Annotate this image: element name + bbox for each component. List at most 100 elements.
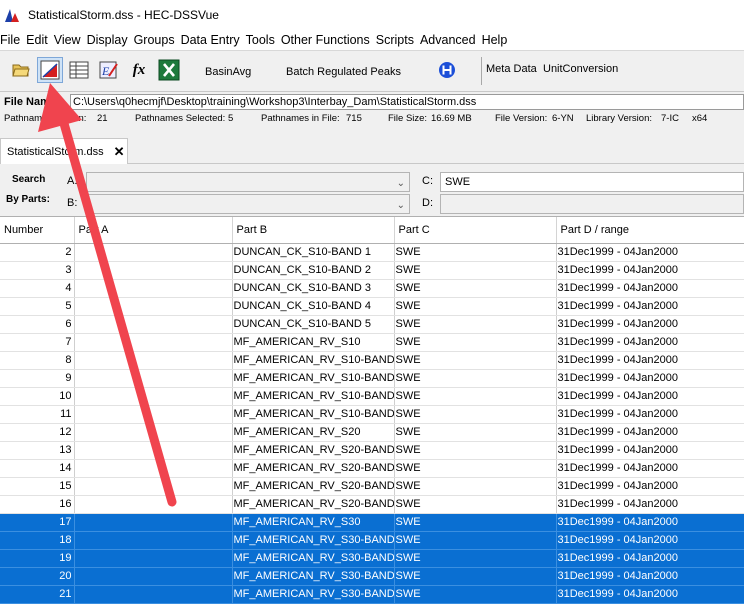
menu-groups[interactable]: Groups [131, 33, 178, 47]
cell-part-d: 31Dec1999 - 04Jan2000 [556, 567, 744, 586]
cell-part-a [74, 405, 233, 424]
cell-part-b: MF_AMERICAN_RV_S10-BAND 1 [232, 351, 395, 370]
table-header-row: Number Part A Part B Part C Part D / ran… [0, 217, 744, 244]
cell-number: 17 [0, 513, 75, 532]
cell-number: 10 [0, 387, 75, 406]
cell-part-a [74, 531, 233, 550]
menu-data-entry[interactable]: Data Entry [178, 33, 243, 47]
table-row[interactable]: 3 DUNCAN_CK_S10-BAND 2 SWE 31Dec1999 - 04Ja… [0, 261, 744, 280]
cell-part-a [74, 477, 233, 496]
toolbar-separator [481, 57, 482, 85]
meta-data-button[interactable]: Meta Data [486, 63, 537, 75]
table-row[interactable]: 21 MF_AMERICAN_RV_S30-BAND 4 SWE 31Dec1999 … [0, 585, 744, 604]
table-row[interactable]: 9 MF_AMERICAN_RV_S10-BAND 2 SWE 31Dec1999 -… [0, 369, 744, 388]
plot-icon [40, 60, 60, 80]
table-row[interactable]: 11 MF_AMERICAN_RV_S10-BAND 4 SWE 31Dec1999 … [0, 405, 744, 424]
part-b-select[interactable]: ⌄ [86, 194, 410, 214]
table-row[interactable]: 7 MF_AMERICAN_RV_S10 SWE 31Dec1999 - 04Jan2… [0, 333, 744, 352]
cell-part-c: SWE [394, 279, 557, 298]
menu-file[interactable]: File [0, 33, 23, 47]
cell-part-a [74, 423, 233, 442]
file-path-field[interactable]: C:\Users\q0hecmjf\Desktop\training\Works… [70, 94, 744, 110]
tab-statisticalstorm[interactable]: StatisticalStorm.dss ✕ [0, 138, 128, 164]
cell-part-b: MF_AMERICAN_RV_S20-BAND 1 [232, 441, 395, 460]
window-title: StatisticalStorm.dss - HEC-DSSVue [28, 8, 219, 22]
cell-part-d: 31Dec1999 - 04Jan2000 [556, 279, 744, 298]
column-header-part-a[interactable]: Part A [74, 217, 233, 244]
pathnames-shown-label: Pathnames Shown: [4, 113, 87, 124]
cell-part-a [74, 333, 233, 352]
menu-other-functions[interactable]: Other Functions [278, 33, 373, 47]
pathnames-in-file-value: 715 [346, 113, 362, 124]
file-version-label: File Version: [495, 113, 548, 124]
table-row[interactable]: 4 DUNCAN_CK_S10-BAND 3 SWE 31Dec1999 - 04Ja… [0, 279, 744, 298]
table-row[interactable]: 12 MF_AMERICAN_RV_S20 SWE 31Dec1999 - 04Jan… [0, 423, 744, 442]
file-version-value: 6-YN [552, 113, 574, 124]
column-header-part-b[interactable]: Part B [232, 217, 395, 244]
excel-button[interactable] [156, 57, 182, 83]
cell-number: 3 [0, 261, 75, 280]
edit-icon: E [99, 61, 118, 79]
column-header-part-d[interactable]: Part D / range [556, 217, 744, 244]
part-d-select[interactable] [440, 194, 744, 214]
table-row[interactable]: 15 MF_AMERICAN_RV_S20-BAND 3 SWE 31Dec1999 … [0, 477, 744, 496]
cell-part-d: 31Dec1999 - 04Jan2000 [556, 351, 744, 370]
close-icon[interactable]: ✕ [114, 144, 125, 160]
part-a-select[interactable]: ⌄ [86, 172, 410, 192]
table-row[interactable]: 20 MF_AMERICAN_RV_S30-BAND 3 SWE 31Dec1999 … [0, 567, 744, 586]
table-row[interactable]: 5 DUNCAN_CK_S10-BAND 4 SWE 31Dec1999 - 04Ja… [0, 297, 744, 316]
menu-edit[interactable]: Edit [23, 33, 51, 47]
cell-part-c: SWE [394, 333, 557, 352]
cell-number: 12 [0, 423, 75, 442]
cell-part-b: MF_AMERICAN_RV_S10 [232, 333, 395, 352]
basin-avg-button[interactable]: BasinAvg [205, 66, 251, 78]
cell-part-d: 31Dec1999 - 04Jan2000 [556, 261, 744, 280]
math-functions-button[interactable]: fx [126, 57, 152, 83]
hec-logo-icon [439, 62, 455, 78]
cell-part-a [74, 585, 233, 604]
cell-part-d: 31Dec1999 - 04Jan2000 [556, 441, 744, 460]
cell-number: 8 [0, 351, 75, 370]
open-folder-button[interactable] [8, 57, 34, 83]
cell-part-c: SWE [394, 495, 557, 514]
chevron-down-icon: ⌄ [396, 200, 405, 211]
cell-part-d: 31Dec1999 - 04Jan2000 [556, 477, 744, 496]
edit-button[interactable]: E [96, 57, 122, 83]
table-row[interactable]: 10 MF_AMERICAN_RV_S10-BAND 3 SWE 31Dec1999 … [0, 387, 744, 406]
plot-button[interactable] [37, 57, 63, 83]
hec-button[interactable] [434, 57, 460, 83]
table-row[interactable]: 2 DUNCAN_CK_S10-BAND 1 SWE 31Dec1999 - 04Ja… [0, 243, 744, 262]
column-header-part-c[interactable]: Part C [394, 217, 557, 244]
cell-part-a [74, 243, 233, 262]
cell-part-b: MF_AMERICAN_RV_S10-BAND 2 [232, 369, 395, 388]
cell-part-d: 31Dec1999 - 04Jan2000 [556, 423, 744, 442]
menu-display[interactable]: Display [84, 33, 131, 47]
table-row[interactable]: 6 DUNCAN_CK_S10-BAND 5 SWE 31Dec1999 - 04Ja… [0, 315, 744, 334]
menu-advanced[interactable]: Advanced [417, 33, 479, 47]
library-version-label: Library Version: [586, 113, 653, 124]
table-row[interactable]: 16 MF_AMERICAN_RV_S20-BAND 4 SWE 31Dec1999 … [0, 495, 744, 514]
table-row[interactable]: 19 MF_AMERICAN_RV_S30-BAND 2 SWE 31Dec1999 … [0, 549, 744, 568]
column-header-number[interactable]: Number [0, 217, 75, 244]
table-row[interactable]: 14 MF_AMERICAN_RV_S20-BAND 2 SWE 31Dec1999 … [0, 459, 744, 478]
cell-part-b: DUNCAN_CK_S10-BAND 3 [232, 279, 395, 298]
cell-part-c: SWE [394, 315, 557, 334]
menu-view[interactable]: View [51, 33, 84, 47]
cell-part-a [74, 495, 233, 514]
menu-tools[interactable]: Tools [243, 33, 278, 47]
table-row[interactable]: 17 MF_AMERICAN_RV_S30 SWE 31Dec1999 - 04Jan… [0, 513, 744, 532]
part-c-select[interactable]: SWE [440, 172, 744, 192]
cell-part-d: 31Dec1999 - 04Jan2000 [556, 585, 744, 604]
batch-regulated-peaks-button[interactable]: Batch Regulated Peaks [286, 66, 401, 78]
cell-part-d: 31Dec1999 - 04Jan2000 [556, 549, 744, 568]
menu-scripts[interactable]: Scripts [373, 33, 417, 47]
tabulate-button[interactable] [66, 57, 92, 83]
table-row[interactable]: 18 MF_AMERICAN_RV_S30-BAND 1 SWE 31Dec1999 … [0, 531, 744, 550]
unit-conversion-button[interactable]: UnitConversion [543, 63, 618, 75]
cell-part-d: 31Dec1999 - 04Jan2000 [556, 297, 744, 316]
table-row[interactable]: 8 MF_AMERICAN_RV_S10-BAND 1 SWE 31Dec1999 -… [0, 351, 744, 370]
menu-help[interactable]: Help [479, 33, 511, 47]
table-row[interactable]: 13 MF_AMERICAN_RV_S20-BAND 1 SWE 31Dec1999 … [0, 441, 744, 460]
cell-part-a [74, 351, 233, 370]
cell-part-c: SWE [394, 531, 557, 550]
